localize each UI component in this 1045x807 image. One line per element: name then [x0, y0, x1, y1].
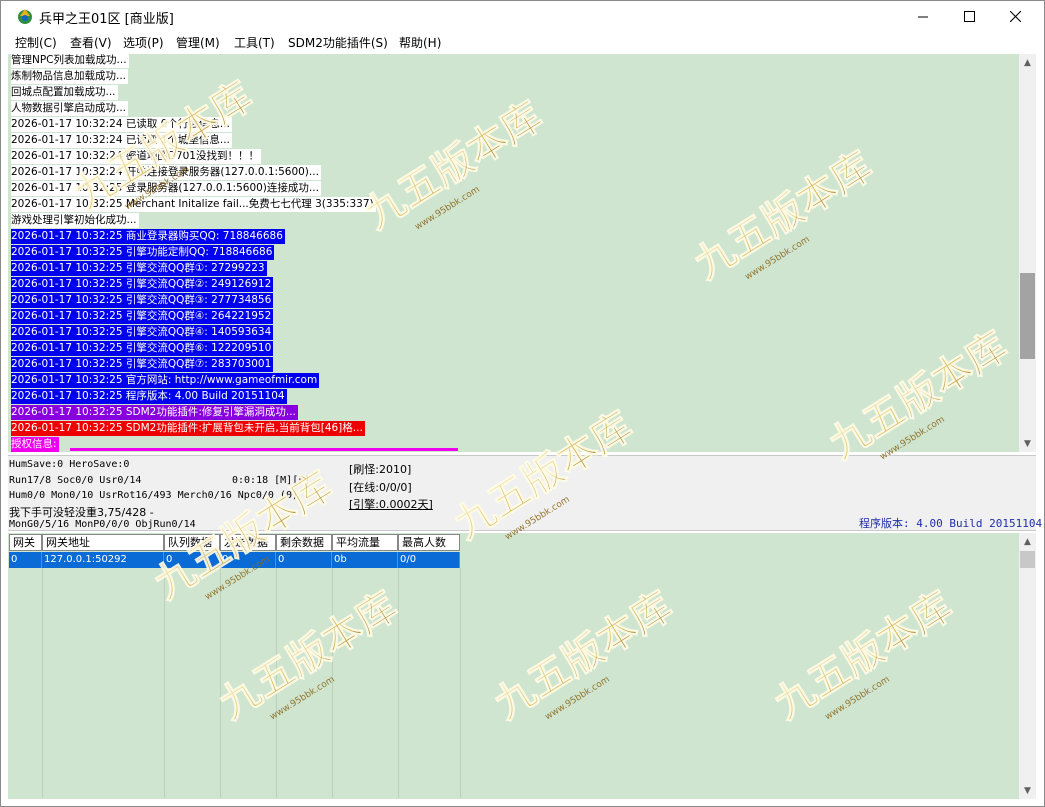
status-player: 我下手可没轻没重3,75/428 -	[9, 506, 154, 519]
log-line: 游戏处理引擎初始化成功...	[11, 213, 139, 228]
menu-view[interactable]: 查看(V)	[70, 34, 112, 51]
menu-control[interactable]: 控制(C)	[15, 34, 57, 51]
log-line: 2026-01-17 10:32:25 引擎交流QQ群⑦: 283703001	[11, 357, 274, 372]
grid-line	[220, 568, 221, 798]
title-bar[interactable]: 兵甲之王01区 [商业版]	[1, 1, 1044, 32]
log-line: 2026-01-17 10:32:25 引擎交流QQ群③: 277734856	[11, 293, 274, 308]
log-line: 2026-01-17 10:32:24 已读取 0个行会信息...	[11, 117, 232, 132]
gateway-table[interactable]: 网关 网关地址 队列数据 发送数据 剩余数据 平均流量 最高人数 0 127.0…	[8, 533, 1019, 799]
status-run: Run17/8 Soc0/0 Usr0/14	[9, 475, 142, 486]
window-title: 兵甲之王01区 [商业版]	[39, 12, 174, 27]
menu-manage[interactable]: 管理(M)	[176, 34, 220, 51]
status-time: 0:0:18 [M][F]	[232, 475, 311, 486]
col-avg-traffic[interactable]: 平均流量	[332, 534, 398, 551]
log-line: 2026-01-17 10:32:25 SDM2功能插件:修复引擎漏洞成功...	[11, 405, 298, 420]
col-remaining-data[interactable]: 剩余数据	[276, 534, 332, 551]
close-icon	[1009, 11, 1021, 22]
grid-line	[332, 568, 333, 798]
log-line: 2026-01-17 10:32:25 引擎交流QQ群⑥: 122209510	[11, 341, 274, 356]
col-max-users[interactable]: 最高人数	[398, 534, 460, 551]
table-scroll-thumb[interactable]	[1020, 551, 1035, 568]
status-save: HumSave:0 HeroSave:0	[9, 459, 130, 470]
log-line: 授权信息:	[11, 437, 59, 452]
scroll-up-icon[interactable]: ▲	[1019, 54, 1036, 71]
col-queue-data[interactable]: 队列数据	[164, 534, 220, 551]
grid-line	[42, 568, 43, 798]
log-line: 2026-01-17 10:32:25 商业登录器购买QQ: 718846686	[11, 229, 285, 244]
maximize-button[interactable]	[946, 1, 992, 32]
cell-queue-data: 0	[164, 552, 220, 568]
log-line: 管理NPC列表加载成功...	[11, 54, 129, 68]
scroll-down-icon[interactable]: ▼	[1019, 435, 1036, 452]
app-icon	[18, 9, 32, 24]
log-line: 2026-01-17 10:32:25 SDM2功能插件:扩展背包未开启,当前背…	[11, 421, 365, 436]
cell-remaining-data: 0	[276, 552, 332, 568]
status-hum: Hum0/0 Mon0/10 UsrRot16/493 Merch0/16 Np…	[9, 490, 298, 501]
log-line: 2026-01-17 10:32:25 引擎交流QQ群④: 140593634	[11, 325, 274, 340]
grid-line	[164, 568, 165, 798]
scroll-up-icon[interactable]: ▲	[1019, 533, 1036, 550]
log-line: 回城点配置加载成功...	[11, 85, 118, 100]
menu-bar: 控制(C) 查看(V) 选项(P) 管理(M) 工具(T) SDM2功能插件(S…	[1, 32, 1044, 52]
scroll-down-icon[interactable]: ▼	[1019, 782, 1036, 799]
log-panel[interactable]: 管理NPC列表加载成功... 炼制物品信息加载成功... 回城点配置加载成功... 人…	[8, 54, 1019, 452]
cell-avg-traffic: 0b	[332, 552, 398, 568]
close-button[interactable]	[992, 1, 1038, 32]
log-line: 2026-01-17 10:32:25 引擎交流QQ群①: 27299223	[11, 261, 267, 276]
maximize-icon	[963, 11, 975, 22]
grid-line	[398, 568, 399, 798]
cell-gate: 0	[9, 552, 42, 568]
status-engine-uptime: [引擎:0.0002天]	[349, 498, 433, 511]
log-line: 人物数据引擎启动成功...	[11, 101, 129, 116]
menu-options[interactable]: 选项(P)	[123, 34, 164, 51]
grid-line	[276, 568, 277, 798]
menu-help[interactable]: 帮助(H)	[399, 34, 441, 51]
status-panel: HumSave:0 HeroSave:0 Run17/8 Soc0/0 Usr0…	[8, 455, 1042, 531]
log-line: 2026-01-17 10:32:25 官方网站: http://www.gam…	[11, 373, 320, 388]
status-refresh-monsters: [刷怪:2010]	[349, 463, 412, 476]
status-version: 程序版本: 4.00 Build 20151104	[859, 517, 1043, 530]
minimize-icon	[917, 16, 928, 18]
log-line: 2026-01-17 10:32:24 密道地图D701没找到！！！	[11, 149, 261, 164]
log-line: 2026-01-17 10:32:25 程序版本: 4.00 Build 201…	[11, 389, 287, 404]
log-line: 2026-01-17 10:32:24 开始连接登录服务器(127.0.0.1:…	[11, 165, 321, 180]
log-scrollbar[interactable]: ▲ ▼	[1019, 54, 1036, 452]
cell-gate-address: 127.0.0.1:50292	[42, 552, 164, 568]
log-divider-bar	[70, 448, 458, 451]
server-window: 兵甲之王01区 [商业版] 控制(C) 查看(V) 选项(P) 管理(M) 工具…	[0, 0, 1045, 807]
grid-line	[460, 568, 461, 798]
log-line: 2026-01-17 10:32:24 已读取 1个城堡信息...	[11, 133, 232, 148]
status-online: [在线:0/0/0]	[349, 481, 412, 494]
menu-sdm2-plugin[interactable]: SDM2功能插件(S)	[288, 34, 388, 51]
status-mon: MonG0/5/16 MonP0/0/0 ObjRun0/14	[9, 519, 196, 530]
col-gate-address[interactable]: 网关地址	[42, 534, 164, 551]
log-line: 2026-01-17 10:32:25 登录服务器(127.0.0.1:5600…	[11, 181, 321, 196]
log-line: 2026-01-17 10:32:25 Merchant Initalize f…	[11, 197, 376, 212]
minimize-button[interactable]	[900, 1, 946, 32]
menu-tools[interactable]: 工具(T)	[234, 34, 275, 51]
cell-send-data: 0	[220, 552, 276, 568]
col-gate[interactable]: 网关	[9, 534, 42, 551]
col-send-data[interactable]: 发送数据	[220, 534, 276, 551]
log-line: 2026-01-17 10:32:25 引擎功能定制QQ: 718846686	[11, 245, 275, 260]
log-line: 2026-01-17 10:32:25 引擎交流QQ群②: 249126912	[11, 277, 274, 292]
log-line: 炼制物品信息加载成功...	[11, 69, 129, 84]
log-scroll-thumb[interactable]	[1020, 273, 1035, 359]
table-scrollbar[interactable]: ▲ ▼	[1019, 533, 1036, 799]
log-line: 2026-01-17 10:32:25 引擎交流QQ群④: 264221952	[11, 309, 274, 324]
cell-max-users: 0/0	[398, 552, 460, 568]
